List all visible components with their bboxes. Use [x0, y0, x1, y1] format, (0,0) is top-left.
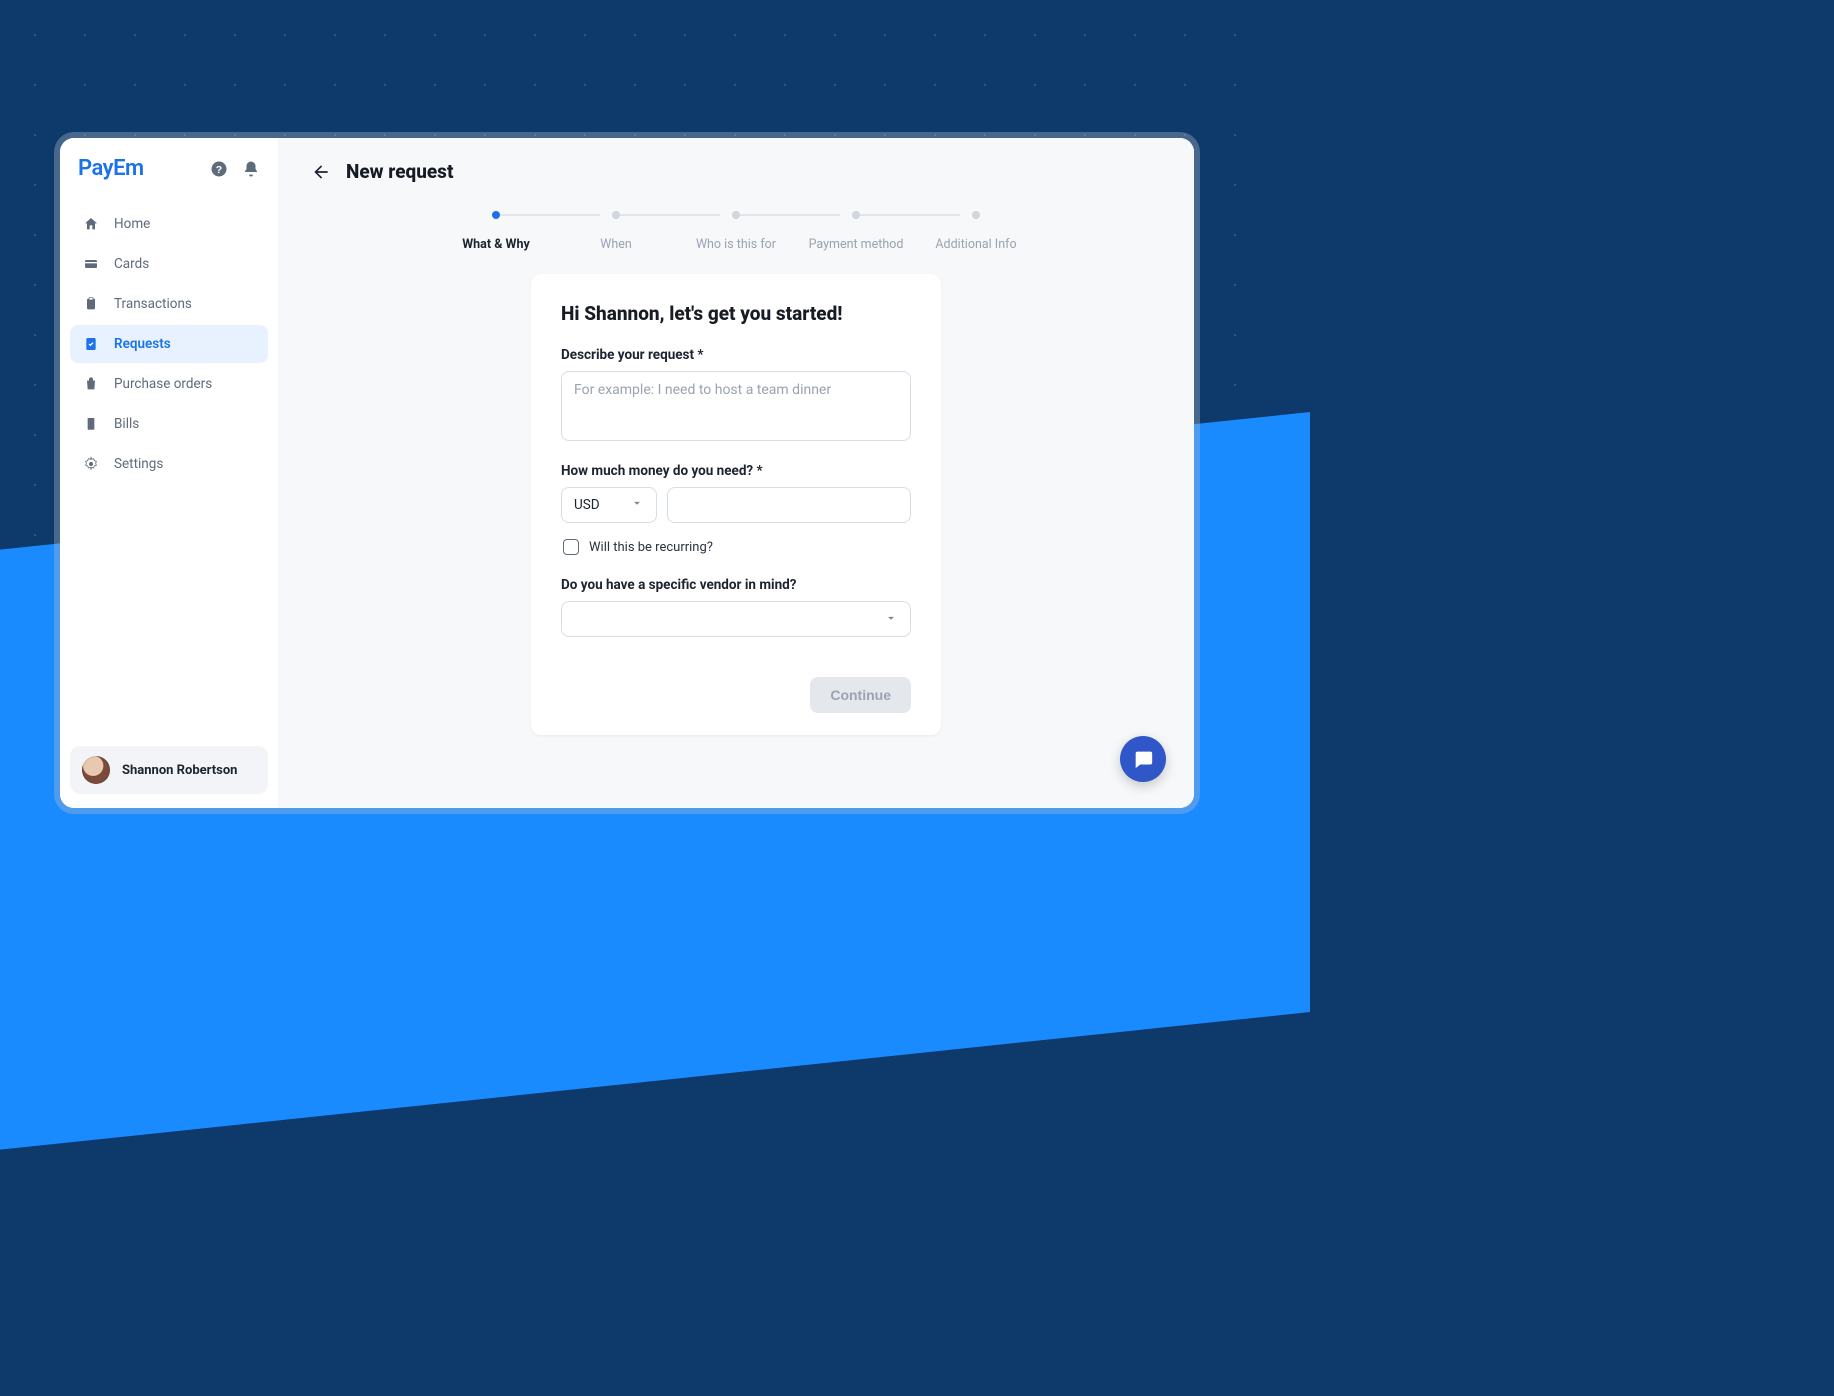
sidebar: PayEm ? Home Cards Transactions	[60, 138, 278, 808]
sidebar-item-label: Transactions	[114, 296, 192, 312]
sidebar-item-cards[interactable]: Cards	[70, 245, 268, 283]
gear-icon	[82, 455, 100, 473]
field-describe: Describe your request *	[561, 347, 911, 441]
svg-text:?: ?	[216, 163, 222, 175]
step-who[interactable]: Who is this for	[676, 211, 796, 252]
logo[interactable]: PayEm	[78, 156, 144, 181]
vendor-select[interactable]	[561, 601, 911, 637]
stepper: What & Why When Who is this for Payment …	[310, 211, 1162, 252]
currency-value: USD	[574, 497, 600, 513]
step-payment[interactable]: Payment method	[796, 211, 916, 252]
recurring-row: Will this be recurring?	[561, 539, 911, 555]
arrow-left-icon	[311, 162, 331, 182]
main-content: New request What & Why When Who is this …	[278, 138, 1194, 808]
page-header: New request	[310, 160, 1162, 183]
step-additional[interactable]: Additional Info	[916, 211, 1036, 252]
sidebar-item-settings[interactable]: Settings	[70, 445, 268, 483]
sidebar-item-requests[interactable]: Requests	[70, 325, 268, 363]
sidebar-item-home[interactable]: Home	[70, 205, 268, 243]
describe-input[interactable]	[561, 371, 911, 441]
sidebar-item-transactions[interactable]: Transactions	[70, 285, 268, 323]
describe-label: Describe your request *	[561, 347, 911, 363]
step-dot	[612, 211, 620, 219]
user-name: Shannon Robertson	[122, 763, 237, 778]
sidebar-spacer	[70, 483, 268, 746]
step-when[interactable]: When	[556, 211, 676, 252]
step-label: What & Why	[462, 237, 530, 252]
help-icon[interactable]: ?	[210, 160, 228, 178]
sidebar-nav: Home Cards Transactions Requests Purchas…	[70, 205, 268, 483]
receipt-icon	[82, 415, 100, 433]
step-label: Payment method	[809, 237, 904, 252]
chat-icon	[1132, 748, 1154, 770]
recurring-checkbox[interactable]	[563, 539, 579, 555]
form-card: Hi Shannon, let's get you started! Descr…	[531, 274, 941, 735]
app-window: PayEm ? Home Cards Transactions	[60, 138, 1194, 808]
step-dot	[492, 211, 500, 219]
check-badge-icon	[82, 335, 100, 353]
sidebar-item-purchase-orders[interactable]: Purchase orders	[70, 365, 268, 403]
amount-row: USD	[561, 487, 911, 523]
sidebar-item-label: Cards	[114, 256, 149, 272]
step-what-why[interactable]: What & Why	[436, 211, 556, 252]
amount-label: How much money do you need? *	[561, 463, 911, 479]
card-icon	[82, 255, 100, 273]
home-icon	[82, 215, 100, 233]
step-label: Additional Info	[935, 237, 1016, 252]
continue-button[interactable]: Continue	[810, 677, 911, 713]
field-vendor: Do you have a specific vendor in mind?	[561, 577, 911, 637]
chevron-down-icon	[630, 496, 644, 514]
sidebar-item-bills[interactable]: Bills	[70, 405, 268, 443]
sidebar-header: PayEm ?	[70, 156, 268, 191]
user-card[interactable]: Shannon Robertson	[70, 746, 268, 794]
step-label: Who is this for	[696, 237, 776, 252]
back-button[interactable]	[310, 161, 332, 183]
bell-icon[interactable]	[242, 160, 260, 178]
sidebar-item-label: Bills	[114, 416, 139, 432]
step-dot	[972, 211, 980, 219]
sidebar-item-label: Requests	[114, 336, 171, 352]
form-footer: Continue	[561, 677, 911, 713]
step-dot	[852, 211, 860, 219]
chat-widget[interactable]	[1120, 736, 1166, 782]
field-amount: How much money do you need? * USD Will t…	[561, 463, 911, 555]
amount-input[interactable]	[667, 487, 911, 523]
step-dot	[732, 211, 740, 219]
bag-icon	[82, 375, 100, 393]
recurring-label: Will this be recurring?	[589, 540, 713, 555]
sidebar-item-label: Home	[114, 216, 150, 232]
step-label: When	[600, 237, 632, 252]
sidebar-item-label: Purchase orders	[114, 376, 212, 392]
avatar	[82, 756, 110, 784]
clipboard-icon	[82, 295, 100, 313]
sidebar-header-icons: ?	[210, 160, 260, 178]
currency-select[interactable]: USD	[561, 487, 657, 523]
sidebar-item-label: Settings	[114, 456, 163, 472]
form-greeting: Hi Shannon, let's get you started!	[561, 302, 911, 325]
vendor-label: Do you have a specific vendor in mind?	[561, 577, 911, 593]
chevron-down-icon	[884, 610, 898, 629]
page-title: New request	[346, 160, 453, 183]
